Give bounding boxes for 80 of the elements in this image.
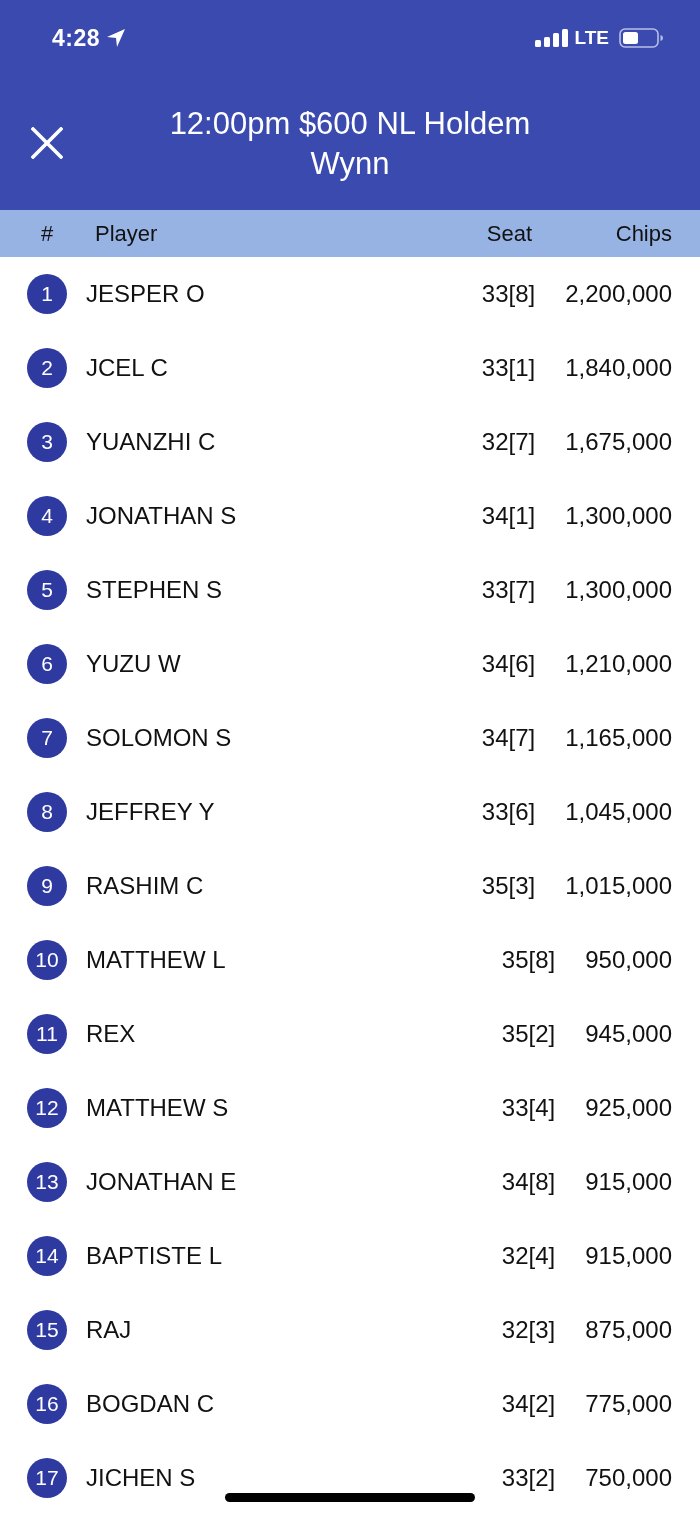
casino-name: Wynn <box>310 145 390 183</box>
player-name: JICHEN S <box>86 1464 197 1492</box>
player-name: MATTHEW S <box>86 1094 230 1122</box>
network-type: LTE <box>574 27 609 49</box>
close-icon <box>31 127 63 159</box>
battery-icon <box>619 28 663 48</box>
player-name: YUZU W <box>86 650 182 678</box>
player-name: MATTHEW L <box>86 946 227 974</box>
rank-badge: 10 <box>27 940 67 980</box>
chip-count: 1,210,000 <box>565 650 672 678</box>
seat-number: 34[2] <box>501 1390 556 1418</box>
column-header: Chips <box>614 220 672 247</box>
chip-count: 1,045,000 <box>565 798 672 826</box>
player-name: JONATHAN S <box>86 502 238 530</box>
chip-count: 915,000 <box>585 1242 672 1270</box>
seat-number: 32[3] <box>501 1316 556 1344</box>
rank-badge: 1 <box>27 274 67 314</box>
player-name: JESPER O <box>86 280 206 308</box>
player-name: JCEL C <box>86 354 169 382</box>
chip-count: 775,000 <box>585 1390 672 1418</box>
player-name: STEPHEN S <box>86 576 224 604</box>
chip-count: 875,000 <box>585 1316 672 1344</box>
column-header: Player <box>95 220 159 247</box>
rank-badge: 2 <box>27 348 67 388</box>
rank-badge: 12 <box>27 1088 67 1128</box>
seat-number: 35[8] <box>501 946 556 974</box>
player-name: YUANZHI C <box>86 428 217 456</box>
rank-badge: 6 <box>27 644 67 684</box>
player-name: JEFFREY Y <box>86 798 216 826</box>
seat-number: 32[7] <box>481 428 536 456</box>
chip-count: 1,165,000 <box>565 724 672 752</box>
seat-number: 34[6] <box>481 650 536 678</box>
rank-badge: 15 <box>27 1310 67 1350</box>
column-header: Seat <box>486 220 532 247</box>
rank-badge: 16 <box>27 1384 67 1424</box>
chip-count: 950,000 <box>585 946 672 974</box>
seat-number: 34[8] <box>501 1168 556 1196</box>
chip-count: 1,840,000 <box>565 354 672 382</box>
chip-count: 1,015,000 <box>565 872 672 900</box>
rank-badge: 9 <box>27 866 67 906</box>
signal-bars-icon <box>534 29 568 47</box>
player-name: RASHIM C <box>86 872 205 900</box>
rank-badge: 4 <box>27 496 67 536</box>
rank-badge: 3 <box>27 422 67 462</box>
rank-badge: 7 <box>27 718 67 758</box>
rank-badge: 5 <box>27 570 67 610</box>
player-name: SOLOMON S <box>86 724 233 752</box>
seat-number: 33[2] <box>501 1464 556 1492</box>
seat-number: 33[1] <box>481 354 536 382</box>
seat-number: 33[7] <box>481 576 536 604</box>
seat-number: 33[8] <box>481 280 536 308</box>
chip-count: 1,300,000 <box>565 502 672 530</box>
status-time: 4:28 <box>52 24 101 52</box>
chip-count: 925,000 <box>585 1094 672 1122</box>
chip-count: 1,675,000 <box>565 428 672 456</box>
rank-badge: 11 <box>27 1014 67 1054</box>
chip-count: 1,300,000 <box>565 576 672 604</box>
column-header: # <box>39 220 55 247</box>
player-name: REX <box>86 1020 137 1048</box>
seat-number: 33[6] <box>481 798 536 826</box>
chip-count: 915,000 <box>585 1168 672 1196</box>
chip-count: 2,200,000 <box>565 280 672 308</box>
seat-number: 34[7] <box>481 724 536 752</box>
rank-badge: 17 <box>27 1458 67 1498</box>
seat-number: 32[4] <box>501 1242 556 1270</box>
seat-number: 35[3] <box>481 872 536 900</box>
rank-badge: 8 <box>27 792 67 832</box>
tournament-title: 12:00pm $600 NL Holdem <box>169 105 531 143</box>
chip-count: 750,000 <box>585 1464 672 1492</box>
seat-number: 33[4] <box>501 1094 556 1122</box>
player-name: JONATHAN E <box>86 1168 238 1196</box>
location-arrow-icon <box>106 28 127 48</box>
rank-badge: 14 <box>27 1236 67 1276</box>
player-name: BAPTISTE L <box>86 1242 224 1270</box>
seat-number: 34[1] <box>481 502 536 530</box>
player-name: BOGDAN C <box>86 1390 215 1418</box>
player-name: RAJ <box>86 1316 133 1344</box>
rank-badge: 13 <box>27 1162 67 1202</box>
seat-number: 35[2] <box>501 1020 556 1048</box>
chip-count: 945,000 <box>585 1020 672 1048</box>
